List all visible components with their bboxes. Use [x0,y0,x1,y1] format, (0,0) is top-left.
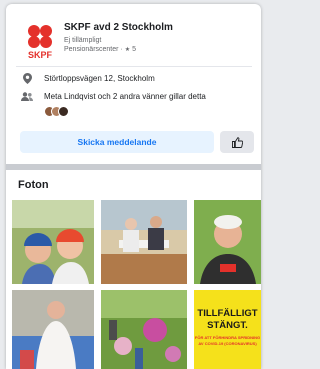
photo-woman-white-shirt [12,290,94,369]
friend-avatars[interactable] [44,106,84,118]
skpf-logo-icon: SKPF [26,25,54,60]
friends-like-row[interactable]: Meta Lindqvist och 2 andra vänner gillar… [20,89,206,103]
photo-tile-4[interactable] [12,290,94,369]
photos-heading[interactable]: Foton [18,179,49,191]
page-category: Pensionärscenter [64,46,119,53]
phone-screen: SKPF SKPF avd 2 Stockholm Ej tillämpligt… [6,4,261,369]
photo-garden-flowers [101,290,187,369]
send-message-label: Skicka meddelande [77,137,157,147]
photo-two-women-helmets [12,200,94,284]
sign-line-3: FÖR ATT FÖRHINDRA SPRIDNING [194,335,261,340]
thumbs-up-icon [231,136,243,148]
page-header: SKPF SKPF avd 2 Stockholm Ej tillämpligt… [16,18,256,62]
avatar [58,106,69,117]
page-logo[interactable]: SKPF [22,22,58,60]
divider [16,66,252,67]
page-title[interactable]: SKPF avd 2 Stockholm [64,22,173,33]
friends-like-text: Meta Lindqvist och 2 andra vänner gillar… [44,91,206,101]
location-pin-icon [20,72,34,84]
section-separator [6,164,261,170]
photo-tile-5[interactable] [101,290,187,369]
address-text: Störtloppsvägen 12, Stockholm [44,73,155,83]
sign-line-1: TILLFÄLLIGT [197,308,258,319]
like-button[interactable] [220,131,254,153]
photo-tile-1[interactable] [12,200,94,284]
photo-tile-2[interactable] [101,200,187,284]
page-category-rating: Pensionärscenter · ★ 5 [64,46,136,53]
photo-man-in-cap [194,200,261,284]
people-icon [20,91,34,101]
star-icon: ★ [124,47,131,53]
page-rating: 5 [132,46,136,53]
address-row[interactable]: Störtloppsvägen 12, Stockholm [20,71,155,85]
send-message-button[interactable]: Skicka meddelande [20,131,214,153]
photo-tile-6-closed-sign[interactable]: TILLFÄLLIGT STÄNGT. FÖR ATT FÖRHINDRA SP… [194,290,261,369]
logo-text: SKPF [28,50,53,60]
photo-tile-3[interactable] [194,200,261,284]
sign-line-4: AV COVID-19 (CORONAVIRUS) [198,341,257,346]
page-status: Ej tillämpligt [64,37,102,44]
photo-women-seated-table [101,200,187,284]
sign-line-2: STÄNGT. [207,320,248,331]
